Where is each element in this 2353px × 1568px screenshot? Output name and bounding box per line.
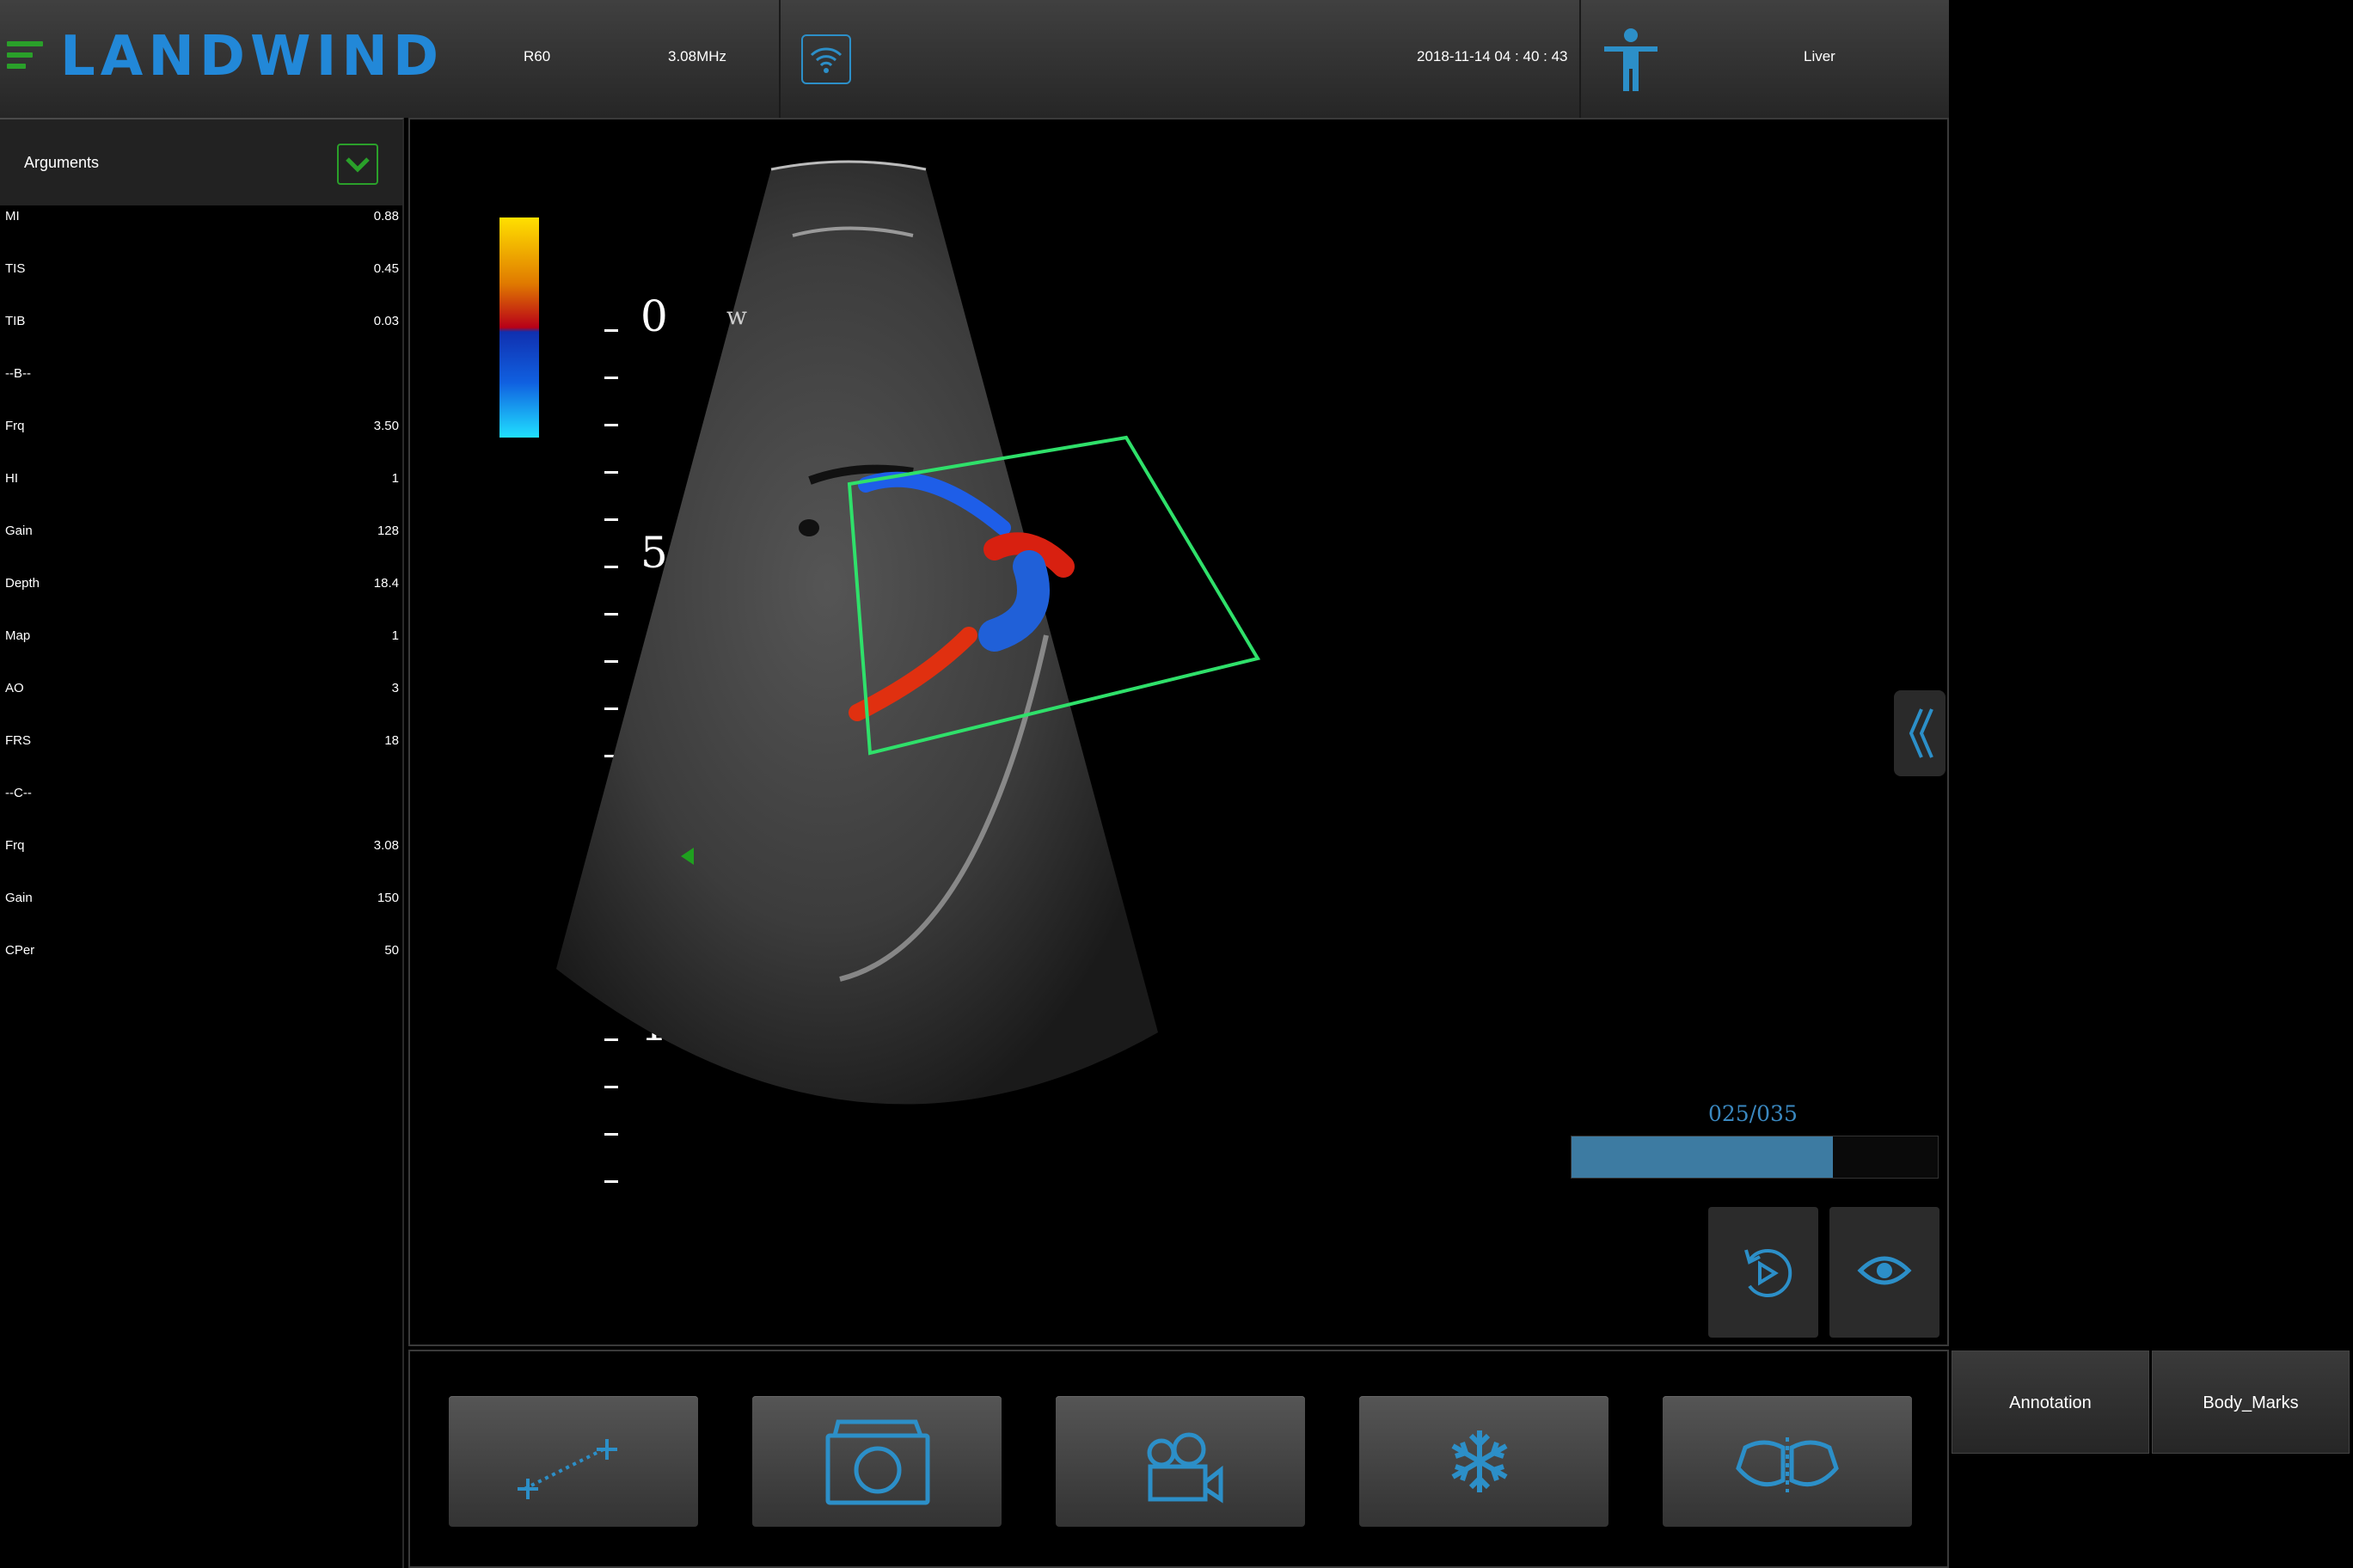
cine-progress-fill bbox=[1572, 1136, 1834, 1178]
video-camera-icon bbox=[1147, 1432, 1223, 1504]
dual-view-icon bbox=[1736, 1437, 1839, 1492]
wifi-icon bbox=[810, 47, 843, 73]
orientation-mark: w bbox=[726, 302, 747, 330]
freeze-button[interactable] bbox=[1359, 1396, 1608, 1527]
argument-row: --C-- bbox=[0, 786, 402, 803]
wifi-button[interactable] bbox=[801, 34, 851, 84]
body-marks-button[interactable]: Body_Marks bbox=[2152, 1351, 2350, 1454]
argument-value: 0.45 bbox=[373, 261, 399, 276]
argument-row: MI 0.88 bbox=[0, 209, 402, 226]
argument-key: --B-- bbox=[5, 366, 31, 381]
arguments-panel: Arguments MI 0.88 TIS 0.45 TIB 0.03 --B-- Frq 3.… bbox=[0, 118, 404, 1568]
argument-value: 18 bbox=[384, 733, 399, 748]
measure-button[interactable] bbox=[449, 1396, 698, 1527]
logo-text: LANDWIND bbox=[60, 25, 444, 89]
argument-row: --B-- bbox=[0, 366, 402, 383]
argument-value: 18.4 bbox=[373, 576, 399, 591]
argument-key: TIS bbox=[5, 261, 26, 276]
top-header: LANDWIND R60 3.08MHz 2018-11-14 04 : 40 … bbox=[0, 0, 1949, 118]
probe-label: R60 bbox=[524, 48, 551, 64]
argument-value: 50 bbox=[384, 943, 399, 958]
arguments-header: Arguments bbox=[0, 119, 402, 205]
argument-row: Depth 18.4 bbox=[0, 576, 402, 593]
side-panel-toggle[interactable] bbox=[1894, 690, 1946, 776]
argument-key: Frq bbox=[5, 838, 25, 853]
argument-value: 3 bbox=[391, 681, 399, 695]
vessel-cross-section bbox=[799, 519, 819, 536]
argument-value: 1 bbox=[391, 471, 399, 486]
argument-value: 128 bbox=[377, 524, 399, 538]
argument-row: Map 1 bbox=[0, 628, 402, 646]
argument-value: 0.88 bbox=[373, 209, 399, 224]
argument-value: 1 bbox=[391, 628, 399, 643]
landwind-logo: LANDWIND bbox=[0, 0, 438, 118]
body-mark-button[interactable] bbox=[1601, 28, 1661, 93]
exam-label: Liver bbox=[1804, 48, 1835, 64]
camera-icon bbox=[825, 1419, 930, 1505]
cine-replay-button[interactable] bbox=[1708, 1207, 1818, 1338]
argument-row: CPer 50 bbox=[0, 943, 402, 960]
argument-key: AO bbox=[5, 681, 24, 695]
arguments-toggle-button[interactable] bbox=[337, 144, 378, 185]
argument-value: 3.50 bbox=[373, 419, 399, 433]
argument-row: Gain 150 bbox=[0, 891, 402, 908]
argument-value: 3.08 bbox=[373, 838, 399, 853]
argument-row: FRS 18 bbox=[0, 733, 402, 750]
argument-key: MI bbox=[5, 209, 20, 224]
measure-icon bbox=[518, 1439, 617, 1499]
ultrasound-image-area[interactable]: 051015 w 025/0 bbox=[408, 118, 1949, 1346]
argument-key: Map bbox=[5, 628, 31, 643]
record-video-button[interactable] bbox=[1056, 1396, 1305, 1527]
argument-key: TIB bbox=[5, 314, 26, 328]
argument-key: Frq bbox=[5, 419, 25, 433]
snapshot-button[interactable] bbox=[752, 1396, 1002, 1527]
argument-value: 150 bbox=[377, 891, 399, 905]
bottom-toolbar bbox=[408, 1350, 1949, 1568]
header-divider bbox=[779, 0, 781, 118]
replay-icon bbox=[1744, 1249, 1792, 1297]
argument-key: --C-- bbox=[5, 786, 32, 800]
argument-key: CPer bbox=[5, 943, 35, 958]
scan-sector bbox=[556, 162, 1158, 1105]
argument-row: AO 3 bbox=[0, 681, 402, 698]
view-toggle-button[interactable] bbox=[1829, 1207, 1939, 1338]
argument-key: Depth bbox=[5, 576, 40, 591]
argument-row: HI 1 bbox=[0, 471, 402, 488]
chevron-down-icon bbox=[346, 157, 370, 173]
dual-view-button[interactable] bbox=[1663, 1396, 1912, 1527]
annotation-button[interactable]: Annotation bbox=[1952, 1351, 2149, 1454]
argument-value: 0.03 bbox=[373, 314, 399, 328]
argument-row: Frq 3.08 bbox=[0, 838, 402, 855]
logo-bars-icon bbox=[7, 41, 43, 75]
frequency-label: 3.08MHz bbox=[668, 48, 727, 64]
freeze-snowflake-icon bbox=[1451, 1430, 1508, 1492]
cine-progress-bar[interactable] bbox=[1571, 1136, 1939, 1179]
person-icon bbox=[1604, 28, 1658, 91]
arguments-title: Arguments bbox=[24, 154, 100, 171]
argument-key: Gain bbox=[5, 524, 33, 538]
argument-row: Frq 3.50 bbox=[0, 419, 402, 436]
eye-icon bbox=[1857, 1256, 1912, 1285]
cine-frame-counter: 025/035 bbox=[1708, 1101, 1798, 1126]
argument-key: Gain bbox=[5, 891, 33, 905]
datetime-label: 2018-11-14 04 : 40 : 43 bbox=[1417, 48, 1568, 64]
argument-key: FRS bbox=[5, 733, 31, 748]
argument-row: Gain 128 bbox=[0, 524, 402, 541]
argument-row: TIS 0.45 bbox=[0, 261, 402, 279]
header-divider bbox=[1579, 0, 1581, 118]
double-chevron-left-icon bbox=[1909, 708, 1933, 758]
argument-key: HI bbox=[5, 471, 18, 486]
argument-row: TIB 0.03 bbox=[0, 314, 402, 331]
